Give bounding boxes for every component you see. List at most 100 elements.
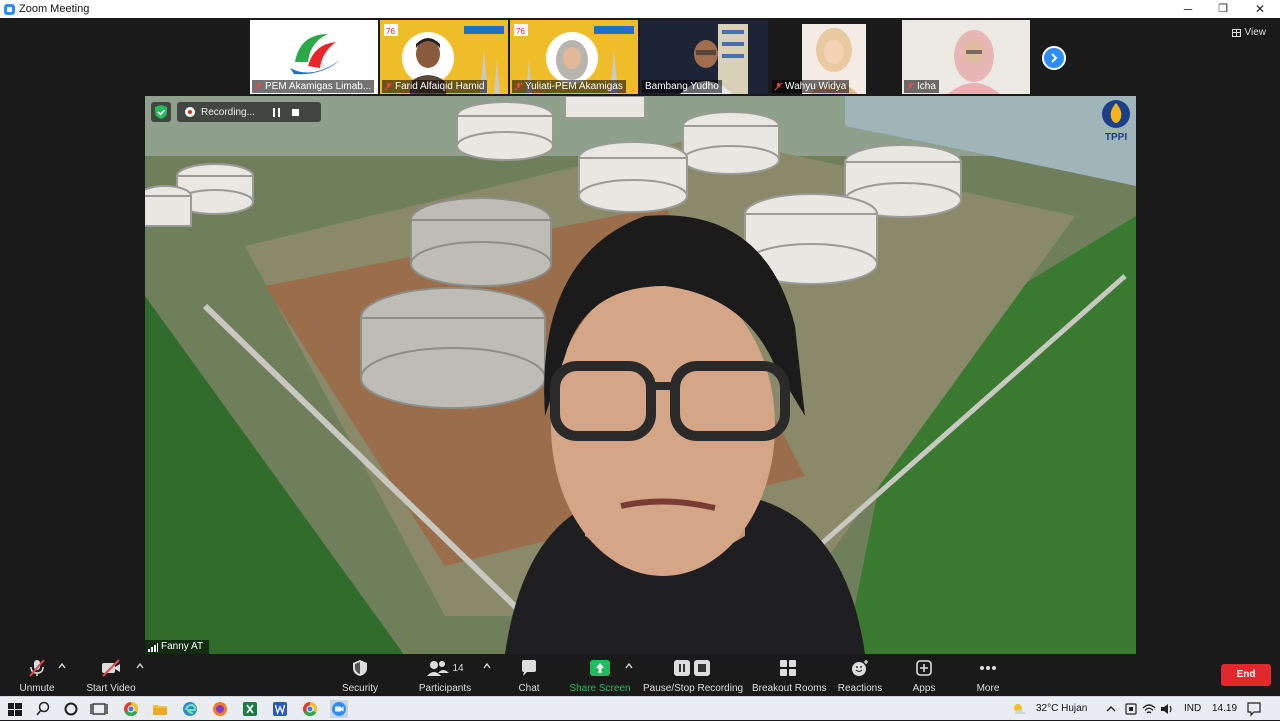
muted-mic-icon	[254, 82, 263, 91]
muted-mic-icon	[774, 82, 783, 91]
chat-bubble-icon	[522, 660, 536, 676]
participant-tile[interactable]: 76 Yuliati-PEM Akamigas	[510, 20, 638, 94]
chat-button[interactable]: Chat	[509, 656, 549, 694]
chrome-alt-icon[interactable]	[301, 700, 319, 718]
shield-check-icon	[155, 105, 167, 119]
weather-status[interactable]: 32°C Hujan	[1036, 697, 1087, 721]
security-label: Security	[341, 683, 379, 694]
pause-stop-icon	[674, 660, 710, 676]
breakout-rooms-button[interactable]: Breakout Rooms	[752, 656, 826, 694]
apps-label: Apps	[912, 683, 936, 694]
view-button[interactable]: View	[1231, 27, 1267, 38]
participant-tile[interactable]: Bambang Yudho	[640, 20, 768, 94]
apps-icon	[916, 660, 932, 676]
firefox-icon[interactable]	[211, 700, 229, 718]
video-off-icon	[102, 659, 120, 677]
excel-icon[interactable]	[241, 700, 259, 718]
edge-icon[interactable]	[181, 700, 199, 718]
participant-tile[interactable]: Icha	[902, 20, 1030, 94]
notifications-icon[interactable]	[1245, 700, 1263, 718]
start-video-label: Start Video	[86, 683, 136, 694]
participant-tile[interactable]: 76 Farid Alfaiqid Hamid	[380, 20, 508, 94]
apps-button[interactable]: Apps	[904, 656, 944, 694]
share-screen-button[interactable]: Share Screen	[569, 656, 631, 694]
volume-icon[interactable]	[1158, 700, 1176, 718]
more-label: More	[976, 683, 1000, 694]
unmute-button[interactable]: Unmute	[14, 656, 60, 694]
shield-icon	[353, 660, 367, 676]
recording-indicator: Recording...	[177, 102, 321, 122]
recording-label: Recording...	[201, 106, 255, 118]
minimize-button[interactable]: ─	[1170, 0, 1206, 18]
next-page-arrow-button[interactable]	[1042, 46, 1066, 70]
zoom-app-icon	[4, 3, 15, 15]
cortana-icon[interactable]	[62, 700, 80, 718]
breakout-rooms-icon	[780, 660, 796, 676]
file-explorer-icon[interactable]	[151, 700, 169, 718]
record-dot-icon	[185, 107, 195, 117]
zoom-taskbar-icon[interactable]	[330, 700, 348, 718]
clock[interactable]: 14.19	[1212, 697, 1237, 721]
close-button[interactable]: ✕	[1242, 0, 1278, 18]
restore-button[interactable]: ❐	[1205, 0, 1241, 18]
security-button[interactable]: Security	[336, 656, 384, 694]
participant-tile[interactable]: Wahyu Widya	[770, 20, 898, 94]
view-grid-icon	[1231, 28, 1241, 37]
participant-tile[interactable]: PEM Akamigas Limab...	[250, 20, 378, 94]
search-icon[interactable]	[34, 700, 52, 718]
share-options-caret-icon[interactable]	[625, 662, 633, 670]
share-screen-label: Share Screen	[569, 683, 631, 694]
task-view-icon[interactable]	[90, 700, 108, 718]
participants-options-caret-icon[interactable]	[483, 662, 491, 670]
participant-name: PEM Akamigas Limab...	[252, 80, 375, 93]
svg-text:76: 76	[386, 27, 395, 36]
active-speaker-name: Fanny AT	[145, 640, 210, 654]
participants-button[interactable]: 14 Participants	[416, 656, 474, 694]
meeting-stage: View PEM Akamigas Limab... 76 Farid Alfa…	[0, 18, 1280, 654]
more-button[interactable]: More	[968, 656, 1008, 694]
os-taskbar: 32°C Hujan IND 14.19	[0, 696, 1280, 720]
stop-recording-button[interactable]	[292, 108, 299, 116]
end-meeting-button[interactable]: End	[1221, 664, 1271, 686]
window-titlebar: Zoom Meeting ─ ❐ ✕	[0, 0, 1280, 18]
encryption-shield-indicator[interactable]	[151, 102, 171, 122]
unmute-label: Unmute	[19, 683, 55, 694]
participant-name: Icha	[904, 80, 939, 93]
reactions-label: Reactions	[837, 683, 883, 694]
share-screen-icon	[590, 660, 610, 676]
muted-microphone-icon	[29, 659, 45, 677]
windows-start-icon[interactable]	[6, 700, 24, 718]
video-options-caret-icon[interactable]	[136, 662, 144, 670]
input-language[interactable]: IND	[1184, 697, 1201, 721]
weather-icon[interactable]	[1010, 700, 1028, 718]
participant-name: Yuliati-PEM Akamigas	[512, 80, 626, 93]
word-icon[interactable]	[271, 700, 289, 718]
virtual-background-image	[145, 96, 1136, 654]
audio-options-caret-icon[interactable]	[58, 662, 66, 670]
smiley-reaction-icon	[852, 660, 868, 676]
participant-name: Bambang Yudho	[642, 80, 722, 93]
participant-name: Farid Alfaiqid Hamid	[382, 80, 488, 93]
svg-text:TPPI: TPPI	[1105, 132, 1127, 143]
chat-label: Chat	[518, 683, 540, 694]
chevron-right-icon	[1051, 53, 1058, 63]
chrome-icon[interactable]	[122, 700, 140, 718]
device-icon[interactable]	[1122, 700, 1140, 718]
reactions-button[interactable]: Reactions	[836, 656, 884, 694]
participants-count: 14	[452, 662, 464, 674]
chevron-up-icon[interactable]	[1102, 700, 1120, 718]
participants-icon	[427, 661, 450, 676]
pause-recording-button[interactable]	[273, 107, 280, 117]
participants-label: Participants	[418, 683, 472, 694]
participant-name: Wahyu Widya	[772, 80, 850, 93]
view-label: View	[1244, 27, 1267, 38]
more-dots-icon	[980, 666, 996, 670]
wifi-icon[interactable]	[1140, 700, 1158, 718]
window-title: Zoom Meeting	[19, 3, 90, 15]
start-video-button[interactable]: Start Video	[84, 656, 138, 694]
muted-mic-icon	[514, 82, 523, 91]
svg-text:76: 76	[516, 27, 525, 36]
pause-stop-recording-button[interactable]: Pause/Stop Recording	[643, 656, 743, 694]
tppi-logo: TPPI	[1102, 100, 1130, 143]
muted-mic-icon	[384, 82, 393, 91]
